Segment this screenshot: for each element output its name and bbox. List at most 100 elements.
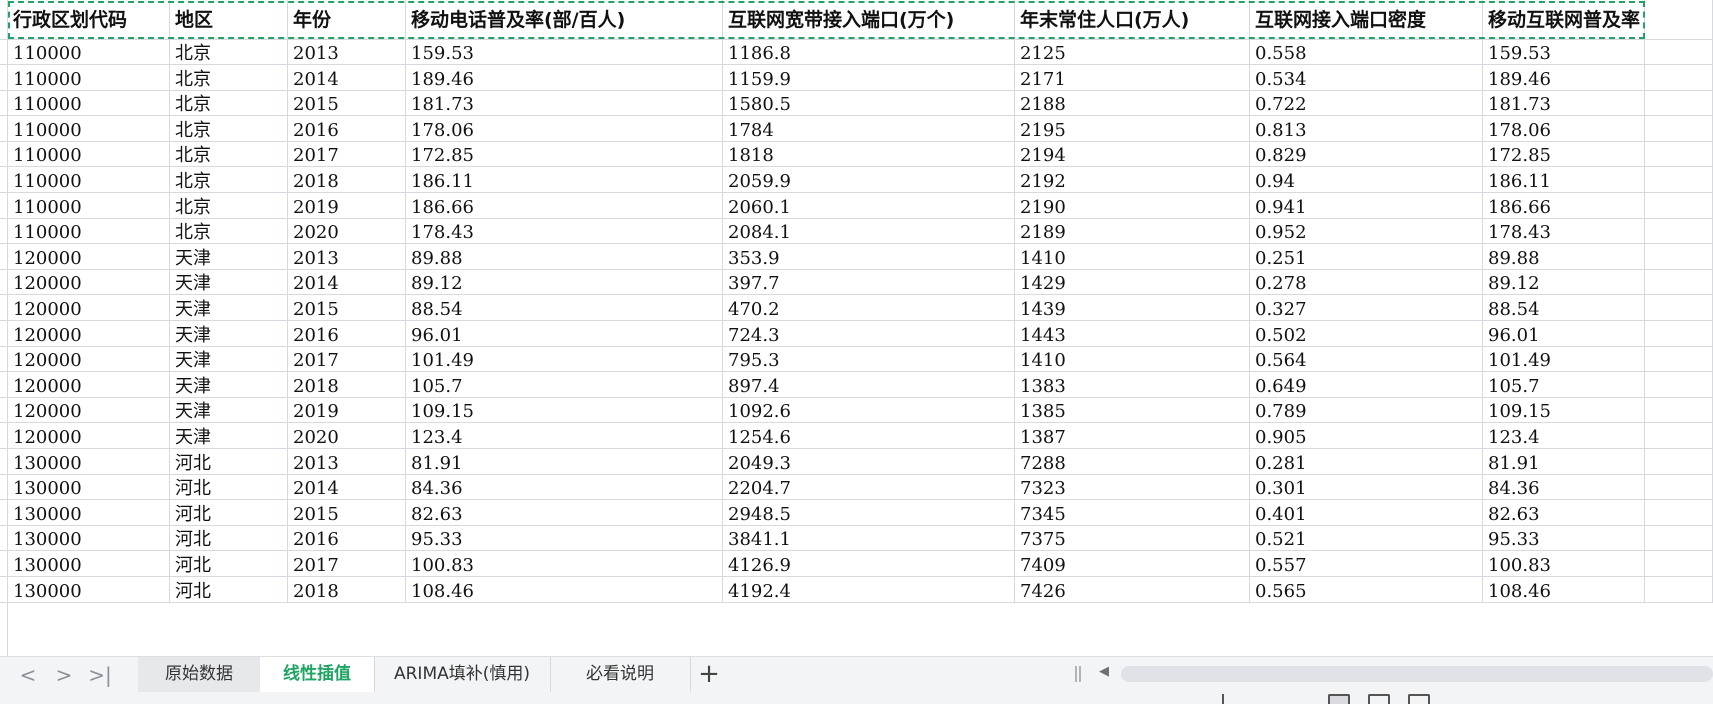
table-cell[interactable]: 0.649: [1250, 371, 1483, 398]
table-cell[interactable]: 2171: [1015, 64, 1250, 91]
table-cell[interactable]: 天津: [170, 295, 288, 321]
table-cell[interactable]: 0.534: [1250, 64, 1483, 91]
table-cell[interactable]: 81.91: [406, 448, 723, 475]
table-cell[interactable]: 0.558: [1250, 39, 1483, 65]
table-cell[interactable]: 北京: [170, 192, 288, 219]
table-cell[interactable]: 北京: [170, 141, 288, 168]
table-cell[interactable]: 天津: [170, 243, 288, 270]
empty-cell[interactable]: [1645, 192, 1713, 219]
table-cell[interactable]: 1186.8: [723, 39, 1015, 65]
table-cell[interactable]: 120000: [8, 423, 170, 449]
table-cell[interactable]: 0.502: [1250, 320, 1483, 347]
table-cell[interactable]: 172.85: [406, 141, 723, 168]
table-cell[interactable]: 2014: [288, 474, 406, 501]
table-cell[interactable]: 2059.9: [723, 167, 1015, 193]
table-cell[interactable]: 2016: [288, 115, 406, 142]
last-sheet-button[interactable]: >|: [88, 663, 112, 687]
table-cell[interactable]: 2204.7: [723, 474, 1015, 501]
empty-cell[interactable]: [1645, 525, 1713, 552]
table-cell[interactable]: 470.2: [723, 295, 1015, 321]
tab-linear-interpolation[interactable]: 线性插值: [260, 657, 375, 692]
table-cell[interactable]: 100.83: [1483, 551, 1645, 577]
table-cell[interactable]: 2014: [288, 64, 406, 91]
table-cell[interactable]: 2190: [1015, 192, 1250, 219]
table-cell[interactable]: 110000: [8, 90, 170, 117]
table-cell[interactable]: 2016: [288, 320, 406, 347]
empty-cell[interactable]: [1645, 218, 1713, 245]
table-cell[interactable]: 159.53: [406, 39, 723, 65]
table-cell[interactable]: 101.49: [406, 346, 723, 373]
table-cell[interactable]: 95.33: [406, 525, 723, 552]
column-header[interactable]: 移动互联网普及率: [1483, 0, 1645, 40]
table-cell[interactable]: 724.3: [723, 320, 1015, 347]
table-cell[interactable]: 2018: [288, 167, 406, 193]
table-cell[interactable]: 7323: [1015, 474, 1250, 501]
table-cell[interactable]: 0.557: [1250, 551, 1483, 577]
table-cell[interactable]: 天津: [170, 423, 288, 449]
table-cell[interactable]: 1092.6: [723, 397, 1015, 424]
table-cell[interactable]: 110000: [8, 115, 170, 142]
table-cell[interactable]: 897.4: [723, 371, 1015, 398]
horizontal-scrollbar[interactable]: ◀: [1075, 657, 1713, 692]
empty-cell[interactable]: [1645, 115, 1713, 142]
table-cell[interactable]: 1387: [1015, 423, 1250, 449]
table-cell[interactable]: 北京: [170, 90, 288, 117]
table-cell[interactable]: 109.15: [1483, 397, 1645, 424]
table-cell[interactable]: 0.401: [1250, 499, 1483, 526]
table-cell[interactable]: 81.91: [1483, 448, 1645, 475]
table-cell[interactable]: 0.281: [1250, 448, 1483, 475]
tab-raw-data[interactable]: 原始数据: [138, 657, 261, 692]
table-cell[interactable]: 0.789: [1250, 397, 1483, 424]
table-cell[interactable]: 2084.1: [723, 218, 1015, 245]
table-cell[interactable]: 河北: [170, 474, 288, 501]
table-cell[interactable]: 89.12: [1483, 269, 1645, 296]
table-cell[interactable]: 2015: [288, 90, 406, 117]
column-header[interactable]: 互联网宽带接入端口(万个): [723, 0, 1015, 40]
table-cell[interactable]: 0.941: [1250, 192, 1483, 219]
table-cell[interactable]: 北京: [170, 39, 288, 65]
table-cell[interactable]: 2195: [1015, 115, 1250, 142]
normal-view-icon[interactable]: [1328, 694, 1350, 704]
table-cell[interactable]: 159.53: [1483, 39, 1645, 65]
table-cell[interactable]: 120000: [8, 269, 170, 296]
empty-cell[interactable]: [1645, 448, 1713, 475]
table-cell[interactable]: 天津: [170, 371, 288, 398]
table-cell[interactable]: 120000: [8, 243, 170, 270]
table-cell[interactable]: 178.43: [1483, 218, 1645, 245]
table-cell[interactable]: 0.301: [1250, 474, 1483, 501]
table-cell[interactable]: 1429: [1015, 269, 1250, 296]
table-cell[interactable]: 1439: [1015, 295, 1250, 321]
sheet-grid[interactable]: 行政区划代码 地区 年份 移动电话普及率(部/百人) 互联网宽带接入端口(万个) 年末常住…: [0, 0, 1713, 656]
table-cell[interactable]: 130000: [8, 551, 170, 577]
table-cell[interactable]: 2015: [288, 295, 406, 321]
table-cell[interactable]: 3841.1: [723, 525, 1015, 552]
table-cell[interactable]: 0.722: [1250, 90, 1483, 117]
table-cell[interactable]: 96.01: [406, 320, 723, 347]
empty-cell[interactable]: [1645, 64, 1713, 91]
table-cell[interactable]: 2017: [288, 346, 406, 373]
empty-cell[interactable]: [1645, 474, 1713, 501]
table-cell[interactable]: 186.66: [1483, 192, 1645, 219]
table-cell[interactable]: 河北: [170, 448, 288, 475]
table-cell[interactable]: 0.521: [1250, 525, 1483, 552]
empty-cell[interactable]: [1645, 0, 1713, 40]
table-cell[interactable]: 181.73: [1483, 90, 1645, 117]
table-cell[interactable]: 110000: [8, 39, 170, 65]
table-cell[interactable]: 天津: [170, 320, 288, 347]
scrollbar-thumb[interactable]: [1121, 666, 1713, 682]
table-cell[interactable]: 2014: [288, 269, 406, 296]
table-cell[interactable]: 2017: [288, 141, 406, 168]
tab-must-read[interactable]: 必看说明: [550, 657, 691, 692]
table-cell[interactable]: 2013: [288, 243, 406, 270]
table-cell[interactable]: 130000: [8, 448, 170, 475]
empty-cell[interactable]: [1645, 576, 1713, 603]
empty-cell[interactable]: [1645, 90, 1713, 117]
empty-cell[interactable]: [1645, 269, 1713, 296]
table-cell[interactable]: 110000: [8, 64, 170, 91]
table-cell[interactable]: 101.49: [1483, 346, 1645, 373]
table-cell[interactable]: 2013: [288, 39, 406, 65]
table-cell[interactable]: 北京: [170, 218, 288, 245]
table-cell[interactable]: 河北: [170, 551, 288, 577]
table-cell[interactable]: 2192: [1015, 167, 1250, 193]
table-cell[interactable]: 0.278: [1250, 269, 1483, 296]
